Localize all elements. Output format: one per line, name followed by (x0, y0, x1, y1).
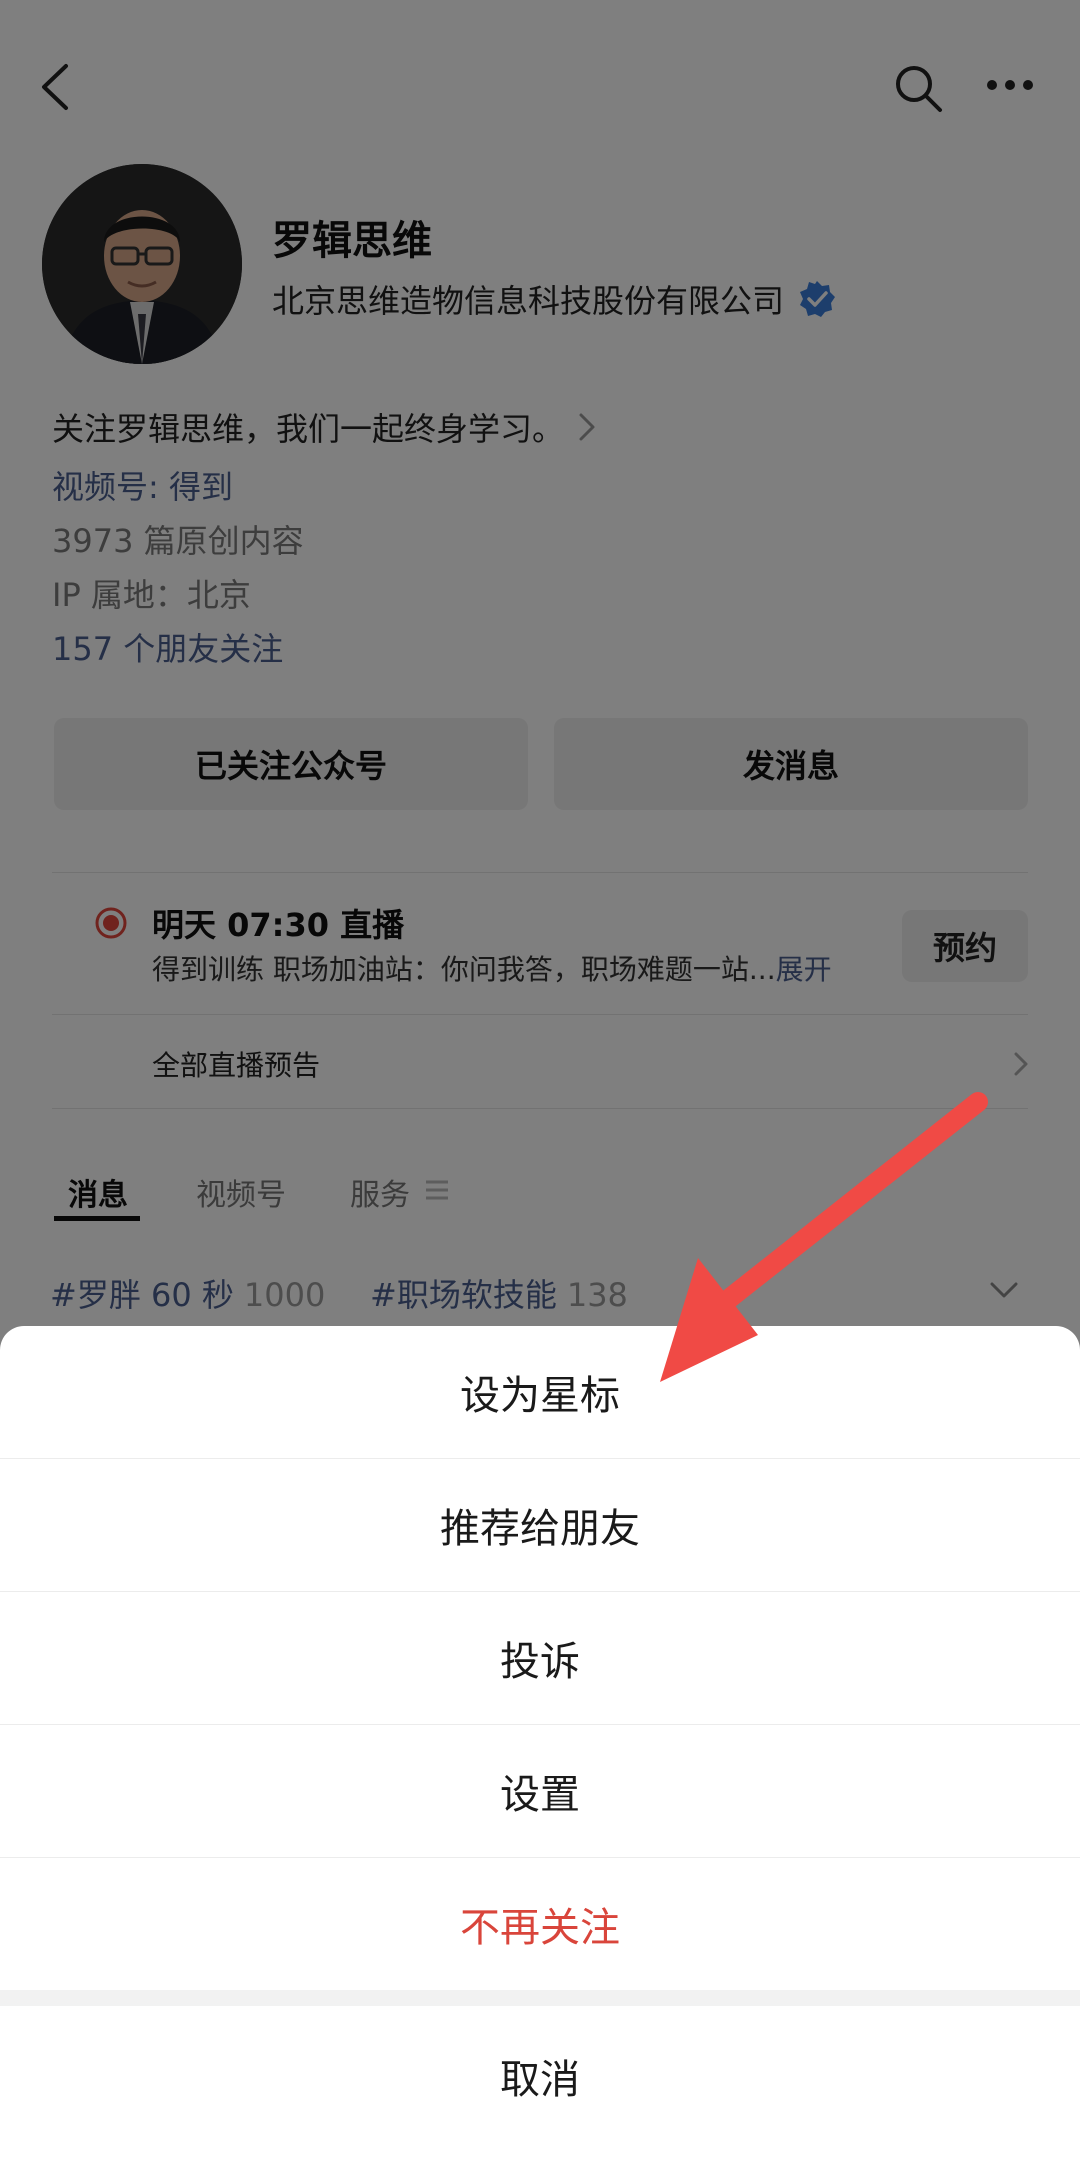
annotation-arrow-icon (660, 1092, 988, 1382)
